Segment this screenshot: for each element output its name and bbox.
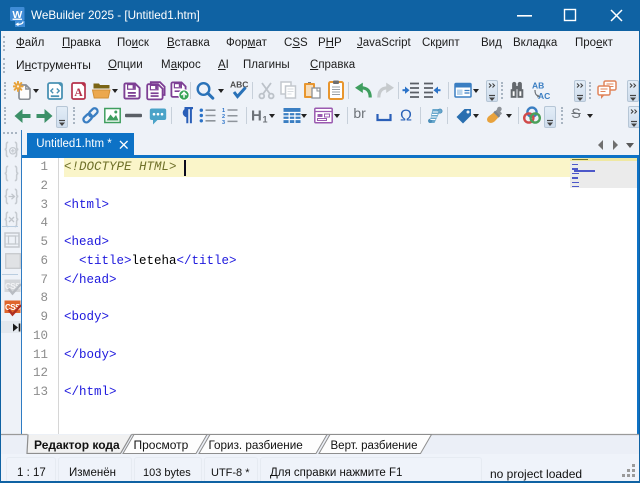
svg-text:1: 1 (262, 115, 267, 125)
svg-text:3: 3 (222, 120, 225, 124)
svg-text:Ω: Ω (400, 108, 412, 125)
svg-text:Верт. разбиение: Верт. разбиение (331, 440, 418, 452)
svg-text:AC: AC (538, 91, 550, 100)
svg-text:A: A (74, 87, 83, 99)
svg-text:Просмотр: Просмотр (134, 438, 189, 452)
svg-text:Редактор кода: Редактор кода (34, 438, 120, 452)
svg-text:H: H (252, 108, 262, 125)
svg-text:Гориз. разбиение: Гориз. разбиение (209, 439, 303, 452)
svg-text:AB: AB (532, 81, 544, 91)
